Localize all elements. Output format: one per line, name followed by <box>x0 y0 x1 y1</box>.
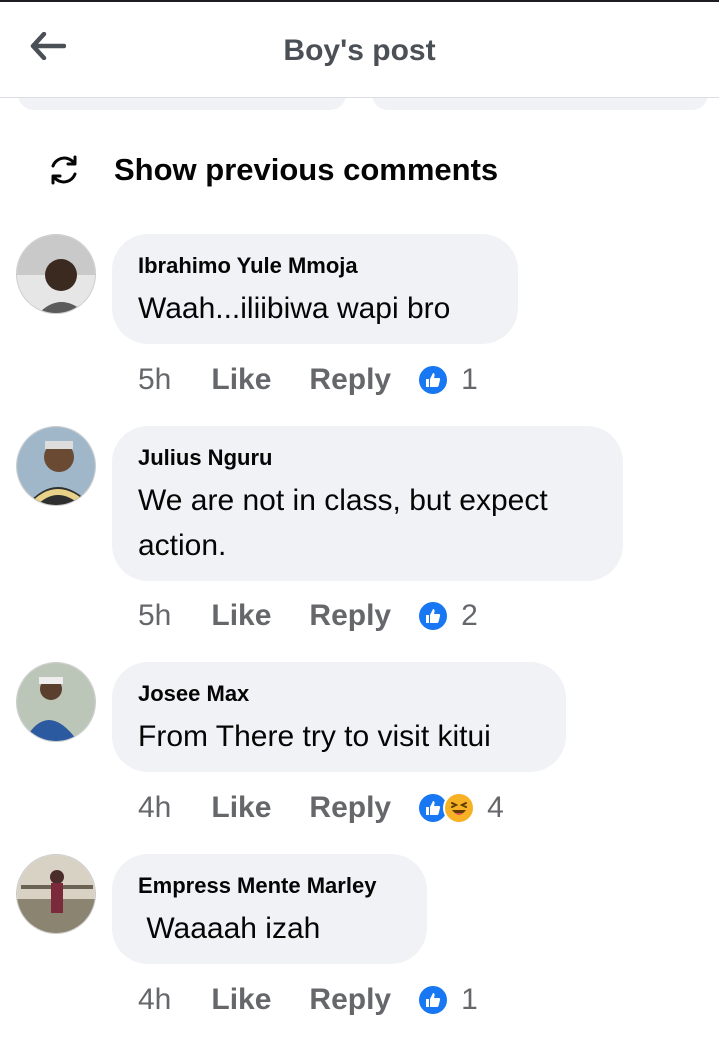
avatar[interactable] <box>16 426 96 506</box>
comment-author[interactable]: Empress Mente Marley <box>138 872 401 900</box>
refresh-icon <box>44 150 84 190</box>
like-reaction-icon <box>417 600 450 632</box>
comment-text: Waah...iliibiwa wapi bro <box>138 292 451 325</box>
reaction-count: 2 <box>461 599 478 632</box>
reaction-summary[interactable]: 1 <box>417 363 478 397</box>
avatar[interactable] <box>16 854 96 934</box>
comment-actions: 4h Like Reply 1 <box>138 978 478 1022</box>
comment-actions: 5h Like Reply 1 <box>138 358 478 402</box>
like-button[interactable]: Like <box>211 983 271 1017</box>
comment-bubble[interactable]: Julius Nguru We are not in class, but ex… <box>112 426 623 581</box>
reply-button[interactable]: Reply <box>309 983 391 1017</box>
comment-text: Waaaah izah <box>138 912 321 945</box>
comment-time[interactable]: 4h <box>138 791 171 825</box>
page-title: Boy's post <box>283 34 436 67</box>
haha-reaction-icon <box>443 792 476 824</box>
comment-author[interactable]: Josee Max <box>138 680 540 708</box>
reply-button[interactable]: Reply <box>309 599 391 633</box>
reaction-count: 1 <box>461 363 478 396</box>
like-reaction-icon <box>417 984 450 1016</box>
like-reaction-icon <box>417 364 450 396</box>
comment-author[interactable]: Ibrahimo Yule Mmoja <box>138 252 492 280</box>
comment-text: We are not in class, but expect action. <box>138 484 548 562</box>
comment-actions: 4h Like Reply 4 <box>138 786 504 830</box>
previous-content-edge <box>0 98 719 112</box>
top-bar: Boy's post <box>0 0 719 98</box>
like-button[interactable]: Like <box>211 599 271 633</box>
reply-button[interactable]: Reply <box>309 791 391 825</box>
comment-bubble[interactable]: Ibrahimo Yule Mmoja Waah...iliibiwa wapi… <box>112 234 518 344</box>
show-previous-label: Show previous comments <box>114 152 499 187</box>
avatar[interactable] <box>16 662 96 742</box>
avatar[interactable] <box>16 234 96 314</box>
comment-bubble[interactable]: Empress Mente Marley Waaaah izah <box>112 854 427 964</box>
previous-pill-left <box>18 98 346 110</box>
reply-button[interactable]: Reply <box>309 363 391 397</box>
like-button[interactable]: Like <box>211 363 271 397</box>
comment-text: From There try to visit kitui <box>138 720 491 753</box>
comment-time[interactable]: 5h <box>138 599 171 633</box>
reaction-count: 4 <box>487 791 504 824</box>
reaction-summary[interactable]: 4 <box>417 791 504 825</box>
show-previous-comments-button[interactable]: Show previous comments <box>44 148 498 192</box>
comment-bubble[interactable]: Josee Max From There try to visit kitui <box>112 662 566 772</box>
previous-pill-right <box>372 98 708 110</box>
reaction-summary[interactable]: 1 <box>417 983 478 1017</box>
comment-actions: 5h Like Reply 2 <box>138 594 478 638</box>
like-button[interactable]: Like <box>211 791 271 825</box>
comment-author[interactable]: Julius Nguru <box>138 444 597 472</box>
reaction-count: 1 <box>461 983 478 1016</box>
comment-time[interactable]: 4h <box>138 983 171 1017</box>
reaction-summary[interactable]: 2 <box>417 599 478 633</box>
comment-time[interactable]: 5h <box>138 363 171 397</box>
